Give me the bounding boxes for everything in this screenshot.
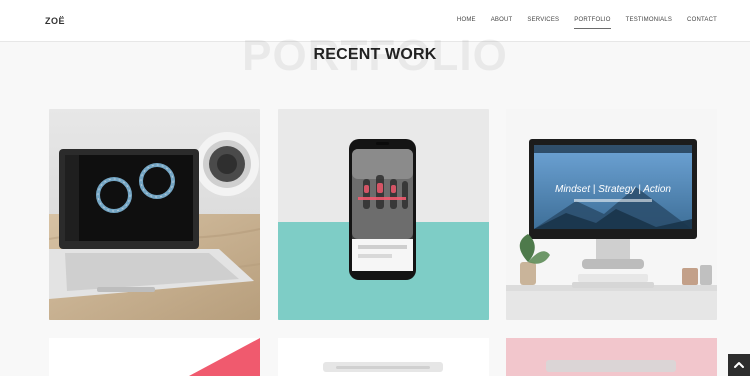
phone-mockup-image xyxy=(278,109,489,320)
portfolio-item-fitness-phone[interactable] xyxy=(278,109,489,320)
row2-middle-preview xyxy=(278,338,489,376)
scroll-to-top-button[interactable] xyxy=(728,354,750,376)
nav-services[interactable]: SERVICES xyxy=(527,17,559,29)
row2-right-preview xyxy=(506,338,717,376)
row2-left-preview xyxy=(49,338,260,376)
portfolio-heading: PORTFOLIO RECENT WORK xyxy=(0,34,750,94)
laptop-mockup-image xyxy=(49,109,260,320)
main-nav: HOME ABOUT SERVICES PORTFOLIO TESTIMONIA… xyxy=(457,17,717,29)
nav-portfolio[interactable]: PORTFOLIO xyxy=(574,17,611,29)
nav-home[interactable]: HOME xyxy=(457,17,476,29)
portfolio-item-row2-middle[interactable] xyxy=(278,338,489,376)
portfolio-item-row2-right[interactable] xyxy=(506,338,717,376)
nav-contact[interactable]: CONTACT xyxy=(687,17,717,29)
imac-mockup-image: Mindset | Strategy | Action xyxy=(506,109,717,320)
chevron-up-icon xyxy=(734,362,744,368)
section-title: RECENT WORK xyxy=(313,46,437,63)
portfolio-item-imac-desktop[interactable]: Mindset | Strategy | Action xyxy=(506,109,717,320)
nav-about[interactable]: ABOUT xyxy=(491,17,513,29)
portfolio-item-row2-left[interactable] xyxy=(49,338,260,376)
brand-logo[interactable]: ZOË xyxy=(45,16,65,26)
hero-headline: Mindset | Strategy | Action xyxy=(555,184,671,195)
portfolio-item-jewelry-laptop[interactable] xyxy=(49,109,260,320)
nav-testimonials[interactable]: TESTIMONIALS xyxy=(626,17,672,29)
